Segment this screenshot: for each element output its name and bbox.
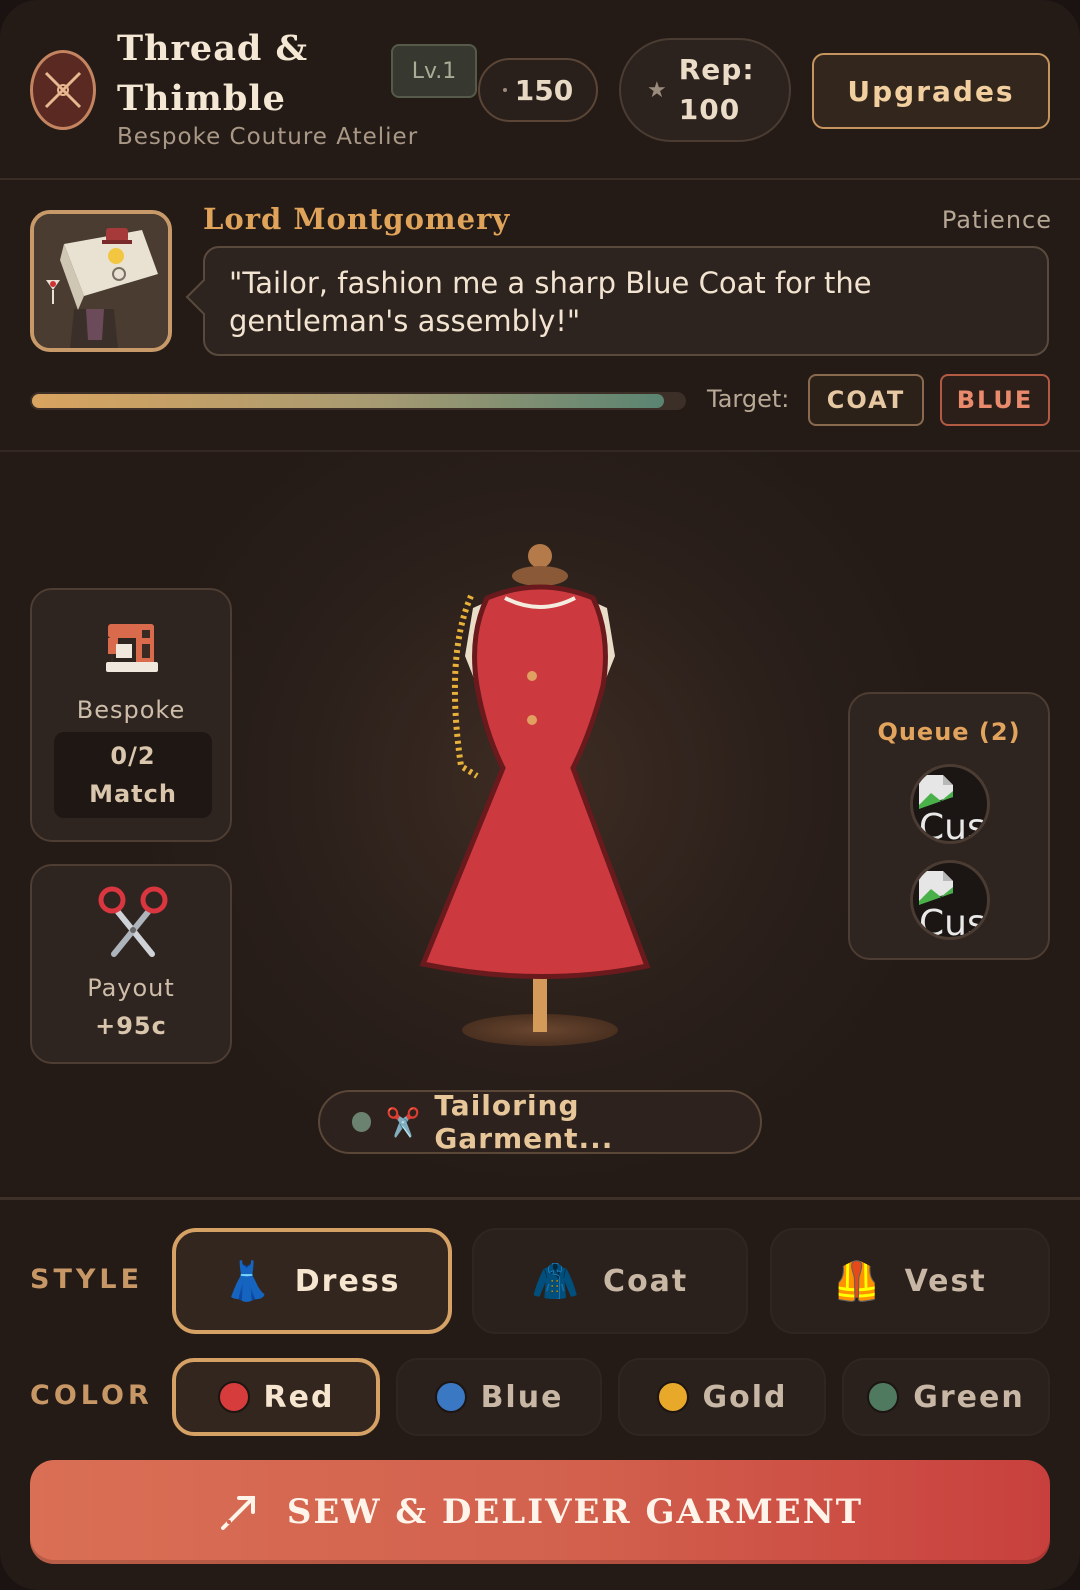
coin-icon	[502, 88, 507, 92]
bespoke-label: Bespoke	[76, 696, 186, 724]
customer-avatar	[30, 210, 172, 352]
color-option-gold[interactable]: Gold	[618, 1358, 826, 1436]
queue-customer-avatar[interactable]: Cus	[910, 764, 990, 844]
needle-icon	[220, 1496, 255, 1530]
color-option-label: Red	[263, 1379, 335, 1415]
upgrades-button[interactable]: Upgrades	[812, 53, 1050, 129]
style-option-dress[interactable]: 👗 Dress	[172, 1228, 452, 1334]
sew-deliver-button[interactable]: SEW & DELIVER GARMENT	[30, 1460, 1050, 1564]
sewing-machine-icon	[106, 624, 158, 672]
customer-request-bubble: "Tailor, fashion me a sharp Blue Coat fo…	[203, 246, 1049, 356]
coin-counter: 150	[478, 58, 598, 122]
color-option-label: Gold	[702, 1379, 788, 1415]
target-label: Target:	[707, 385, 790, 413]
scissors-icon: ✂️	[385, 1105, 421, 1139]
customer-panel: Lord Montgomery Patience "Tailor, fashio…	[0, 182, 1080, 452]
color-option-blue[interactable]: Blue	[396, 1358, 602, 1436]
style-option-label: Vest	[904, 1263, 987, 1299]
match-counter: 0/2 Match	[54, 732, 212, 818]
color-option-red[interactable]: Red	[172, 1358, 380, 1436]
patience-fill	[32, 394, 665, 408]
style-label: STYLE	[30, 1264, 144, 1295]
workshop-area: Bespoke 0/2 Match Payout +95c Queue (2) …	[0, 452, 1080, 1200]
color-option-label: Blue	[480, 1379, 564, 1415]
payout-value: +95c	[95, 1012, 167, 1040]
bespoke-card: Bespoke 0/2 Match	[30, 588, 232, 842]
match-count: 0/2	[110, 742, 156, 770]
level-badge: Lv.1	[391, 44, 477, 98]
payout-card: Payout +95c	[30, 864, 232, 1064]
style-option-label: Dress	[294, 1263, 401, 1299]
target-color-tag: BLUE	[940, 374, 1050, 426]
broken-image-icon	[919, 871, 953, 905]
match-label: Match	[89, 780, 177, 808]
patience-bar	[30, 392, 686, 410]
coat-icon: 🧥	[531, 1258, 582, 1303]
shop-subtitle: Bespoke Couture Atelier	[117, 124, 419, 150]
app-frame: Thread & Thimble Bespoke Couture Atelier…	[0, 0, 1080, 1590]
star-icon: ★	[647, 77, 667, 103]
style-option-coat[interactable]: 🧥 Coat	[472, 1228, 748, 1334]
coin-value: 150	[514, 73, 574, 107]
queue-card: Queue (2) Cus Cus	[848, 692, 1050, 960]
status-dot	[352, 1112, 372, 1132]
patience-label: Patience	[941, 206, 1052, 234]
dress-icon: 👗	[223, 1258, 273, 1303]
status-pill: ✂️ Tailoring Garment...	[318, 1089, 762, 1155]
rep-value: 100	[678, 93, 741, 126]
payout-label: Payout	[87, 974, 175, 1002]
mannequin-dress	[419, 544, 651, 1046]
color-option-green[interactable]: Green	[842, 1358, 1050, 1436]
blue-swatch-icon	[434, 1381, 467, 1413]
shop-logo	[30, 50, 96, 130]
broken-image-icon	[919, 775, 953, 809]
queue-title: Queue (2)	[877, 718, 1021, 746]
red-swatch-icon	[217, 1381, 250, 1413]
shop-title: Thread & Thimble	[117, 28, 309, 119]
target-style-tag: COAT	[808, 374, 924, 426]
scissors-icon	[98, 886, 168, 957]
status-text: Tailoring Garment...	[434, 1089, 614, 1155]
crossed-needles-icon	[44, 71, 82, 109]
gold-swatch-icon	[656, 1381, 689, 1413]
sew-deliver-label: SEW & DELIVER GARMENT	[286, 1492, 864, 1532]
queue-customer-avatar[interactable]: Cus	[910, 860, 990, 940]
vest-icon: 🦺	[833, 1258, 883, 1303]
style-option-vest[interactable]: 🦺 Vest	[770, 1228, 1050, 1334]
color-label: COLOR	[30, 1380, 153, 1411]
customer-name: Lord Montgomery	[203, 202, 511, 236]
rep-label: Rep:	[678, 53, 755, 86]
style-option-label: Coat	[603, 1263, 689, 1299]
color-option-label: Green	[913, 1379, 1025, 1415]
green-swatch-icon	[867, 1381, 900, 1413]
reputation-counter: ★ Rep: 100	[619, 38, 791, 142]
header: Thread & Thimble Bespoke Couture Atelier…	[0, 0, 1080, 180]
